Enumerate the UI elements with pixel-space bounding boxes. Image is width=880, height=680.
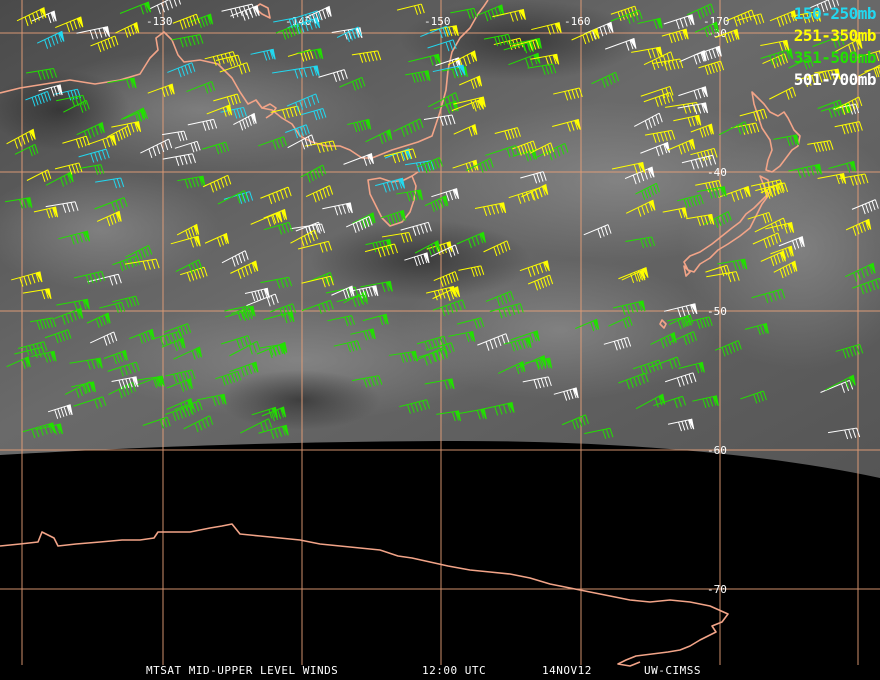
satellite-wind-map: -130 -140 -150 -160 -170 -30 -40 -50 -60… <box>0 0 880 680</box>
data-source: UW-CIMSS <box>644 664 701 677</box>
lat-label-60: -60 <box>707 444 727 457</box>
legend-item-251-350: 251-350mb <box>793 26 877 45</box>
pressure-level-legend: 150-250mb 251-350mb 351-500mb 501-700mb <box>793 3 877 91</box>
legend-item-351-500: 351-500mb <box>793 48 877 67</box>
product-name: MTSAT MID-UPPER LEVEL WINDS <box>146 664 339 677</box>
lat-label-50: -50 <box>707 305 727 318</box>
lon-label-130: -130 <box>146 15 173 28</box>
legend-item-150-250: 150-250mb <box>793 4 877 23</box>
legend-item-501-700: 501-700mb <box>793 70 877 89</box>
lon-label-160: -160 <box>564 15 591 28</box>
lat-label-70: -70 <box>707 583 727 596</box>
observation-time: 12:00 UTC <box>422 664 487 677</box>
lat-label-40: -40 <box>707 166 727 179</box>
observation-date: 14NOV12 <box>542 664 592 677</box>
footer-caption: MTSAT MID-UPPER LEVEL WINDS 12:00 UTC 14… <box>0 662 880 680</box>
